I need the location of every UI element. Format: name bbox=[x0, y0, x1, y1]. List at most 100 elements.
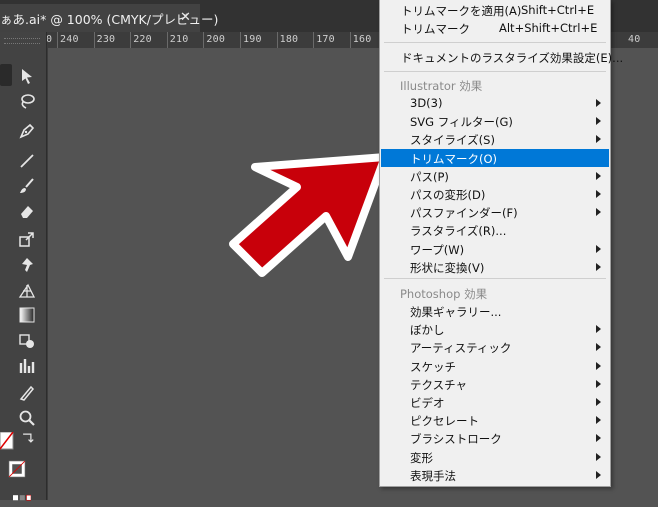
ruler-label: 220 bbox=[133, 34, 152, 45]
menu-item-label: トリムマーク(O) bbox=[410, 151, 498, 166]
ruler-label: 40 bbox=[628, 34, 641, 45]
menu-item[interactable]: パスファインダー(F) bbox=[381, 203, 609, 221]
puppet-warp-icon[interactable] bbox=[16, 254, 38, 276]
submenu-chevron-icon bbox=[596, 117, 601, 126]
column-graph-icon[interactable] bbox=[16, 355, 38, 377]
perspective-grid-icon[interactable] bbox=[16, 280, 38, 302]
submenu-chevron-icon bbox=[596, 171, 601, 180]
menu-item[interactable]: スケッチ bbox=[381, 357, 609, 375]
menu-item[interactable]: ラスタライズ(R)... bbox=[381, 221, 609, 239]
line-segment-icon[interactable] bbox=[16, 150, 38, 172]
menu-item[interactable]: SVG フィルター(G) bbox=[381, 112, 609, 130]
submenu-chevron-icon bbox=[596, 343, 601, 352]
menu-item[interactable]: アーティスティック bbox=[381, 338, 609, 356]
direct-selection-icon[interactable] bbox=[16, 65, 38, 87]
ruler-tick bbox=[57, 32, 58, 48]
menu-item-label: 効果ギャラリー... bbox=[410, 305, 502, 319]
menu-item-label: パスファインダー(F) bbox=[410, 206, 518, 221]
color-mode-buttons[interactable] bbox=[6, 492, 38, 504]
menu-item-label: ぼかし bbox=[410, 323, 445, 338]
ruler-label: 200 bbox=[206, 34, 226, 45]
menu-item[interactable]: テクスチャ bbox=[381, 375, 609, 393]
eraser-icon[interactable] bbox=[16, 200, 38, 222]
menu-item[interactable]: パスの変形(D) bbox=[381, 185, 609, 203]
menu-item-label: 表現手法 bbox=[410, 468, 456, 483]
menu-item-label: ワープ(W) bbox=[410, 242, 465, 257]
ruler-tick bbox=[166, 32, 168, 48]
menu-item[interactable]: 変形 bbox=[381, 448, 609, 466]
ruler-tick bbox=[313, 32, 315, 48]
submenu-chevron-icon bbox=[596, 398, 601, 406]
menu-item-apply-trim-marks[interactable]: トリムマークを適用(A) Shift+Ctrl+E bbox=[381, 1, 609, 19]
submenu-chevron-icon bbox=[596, 208, 601, 217]
menu-item[interactable]: ピクセレート bbox=[381, 411, 609, 429]
menu-separator bbox=[384, 278, 606, 279]
menu-item-label: SVG フィルター(G) bbox=[410, 115, 513, 130]
ruler-tick bbox=[130, 32, 132, 48]
stroke-color-swatch[interactable] bbox=[0, 452, 34, 486]
submenu-chevron-icon bbox=[596, 244, 601, 253]
ruler-label: 230 bbox=[96, 34, 116, 45]
ruler-label: 190 bbox=[243, 34, 262, 45]
menu-item[interactable]: トリムマーク(O) bbox=[381, 148, 609, 167]
paintbrush-icon[interactable] bbox=[16, 175, 38, 197]
submenu-chevron-icon bbox=[596, 262, 601, 271]
gradient-icon[interactable] bbox=[16, 304, 38, 326]
menu-item-label: パスの変形(D) bbox=[410, 188, 486, 202]
submenu-chevron-icon bbox=[596, 99, 601, 107]
menu-item[interactable]: 表現手法 bbox=[381, 466, 609, 484]
ruler-label: 240 bbox=[60, 34, 79, 45]
menu-item[interactable]: パス(P) bbox=[381, 167, 609, 185]
ruler-tick bbox=[93, 32, 95, 48]
menu-item[interactable]: 形状に変換(V) bbox=[381, 258, 609, 276]
submenu-chevron-icon bbox=[596, 379, 601, 388]
menu-item-label: ラスタライズ(R)... bbox=[410, 224, 507, 239]
menu-separator bbox=[384, 42, 606, 43]
pen-icon[interactable] bbox=[16, 120, 38, 142]
submenu-chevron-icon bbox=[596, 190, 601, 198]
submenu-chevron-icon bbox=[596, 416, 601, 425]
menu-item-label: パス(P) bbox=[410, 169, 449, 184]
symbol-sprayer-icon[interactable] bbox=[16, 330, 38, 352]
submenu-chevron-icon bbox=[596, 361, 601, 370]
document-tab[interactable]: ぁあ.ai* @ 100% (CMYK/プレビュー) ✕ bbox=[0, 4, 218, 32]
submenu-chevron-icon bbox=[596, 434, 601, 443]
ruler-label: 170 bbox=[316, 34, 335, 45]
close-icon[interactable]: ✕ bbox=[180, 10, 191, 25]
menu-item-label: ビデオ bbox=[410, 396, 445, 410]
menu-item-label: 形状に変換(V) bbox=[410, 260, 485, 275]
submenu-chevron-icon bbox=[596, 470, 601, 479]
scale-icon[interactable] bbox=[16, 228, 38, 250]
menu-item[interactable]: ワープ(W) bbox=[381, 240, 609, 258]
menu-item-label: テクスチャ bbox=[410, 377, 468, 392]
menu-separator bbox=[384, 71, 606, 72]
zoom-icon[interactable] bbox=[16, 407, 38, 429]
menu-item-label: スケッチ bbox=[410, 359, 456, 374]
menu-item[interactable]: ブラシストローク bbox=[381, 429, 609, 447]
menu-item-raster-settings[interactable]: ドキュメントのラスタライズ効果設定(E)... bbox=[381, 48, 623, 66]
menu-item[interactable]: 効果ギャラリー... bbox=[381, 302, 609, 320]
menu-item-label: 変形 bbox=[410, 450, 433, 465]
ruler-label: 210 bbox=[169, 34, 189, 45]
menu-item[interactable]: ぼかし bbox=[381, 320, 609, 338]
ruler-tick bbox=[276, 32, 278, 48]
menu-item-label: ピクセレート bbox=[410, 414, 479, 429]
menu-item-label: スタイライズ(S) bbox=[410, 133, 495, 148]
menu-item-trim-marks-last[interactable]: トリムマーク Alt+Shift+Ctrl+E bbox=[381, 19, 609, 37]
ruler-label: 180 bbox=[279, 34, 299, 45]
menu-item[interactable]: ビデオ bbox=[381, 393, 609, 411]
ruler-tick bbox=[203, 32, 205, 48]
submenu-chevron-icon bbox=[596, 325, 601, 334]
fill-color-swatch[interactable] bbox=[0, 432, 14, 450]
ruler-label: 160 bbox=[352, 34, 372, 45]
swap-colors-icon[interactable] bbox=[20, 431, 34, 445]
panel-grip[interactable] bbox=[4, 38, 40, 44]
illustrator-effects-header: Illustrator 効果 bbox=[400, 79, 483, 93]
menu-item[interactable]: スタイライズ(S) bbox=[381, 130, 609, 148]
slice-icon[interactable] bbox=[16, 382, 38, 404]
lasso-icon[interactable] bbox=[16, 90, 38, 112]
menu-item[interactable]: 3D(3) bbox=[381, 94, 609, 112]
submenu-chevron-icon bbox=[596, 452, 601, 461]
tools-panel bbox=[0, 32, 47, 501]
ruler-tick bbox=[240, 32, 241, 48]
